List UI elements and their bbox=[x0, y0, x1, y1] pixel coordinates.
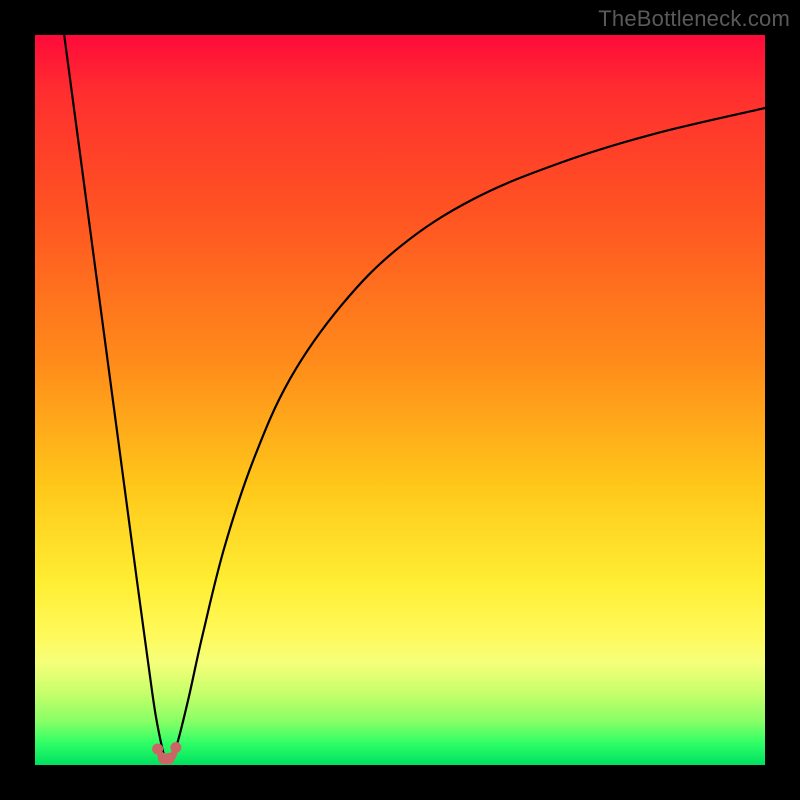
plot-area bbox=[35, 35, 765, 765]
bottleneck-marker bbox=[170, 742, 181, 753]
curve-left-branch bbox=[64, 35, 166, 761]
chart-frame: TheBottleneck.com bbox=[0, 0, 800, 800]
curve-right-branch bbox=[170, 108, 765, 761]
bottleneck-marker bbox=[152, 743, 163, 754]
watermark-text: TheBottleneck.com bbox=[598, 6, 790, 32]
curve-svg bbox=[35, 35, 765, 765]
bottleneck-marker bbox=[164, 753, 175, 764]
